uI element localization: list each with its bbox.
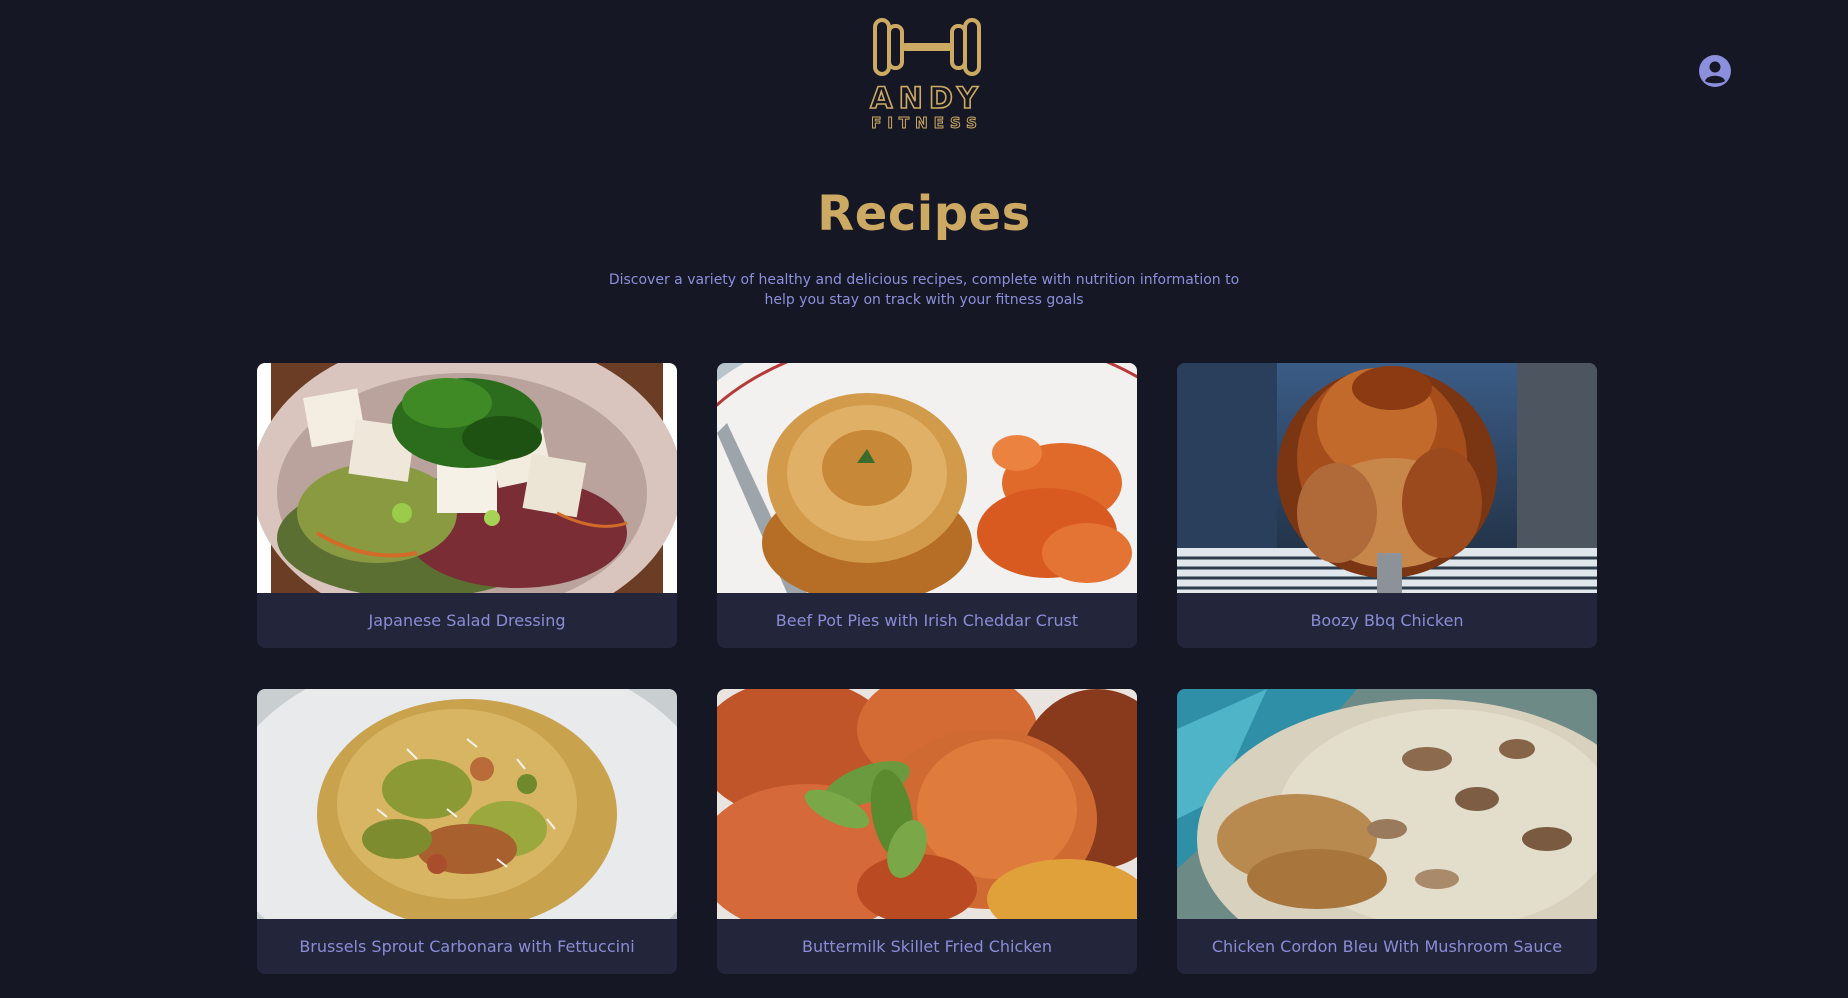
recipe-card[interactable]: Buttermilk Skillet Fried Chicken [717,689,1137,974]
svg-text:ANDY: ANDY [870,81,984,115]
recipe-card[interactable]: Brussels Sprout Carbonara with Fettuccin… [257,689,677,974]
user-circle-icon [1699,55,1731,87]
pot-pie-photo[interactable] [717,363,1137,593]
pasta-photo[interactable] [257,689,677,919]
page-subtitle: Discover a variety of healthy and delici… [608,272,1240,308]
recipe-card[interactable]: Boozy Bbq Chicken [1177,363,1597,648]
andy-fitness-logo[interactable]: ANDY FITNESS [858,12,996,132]
page-title: Recipes [817,186,1031,242]
recipe-title[interactable]: Brussels Sprout Carbonara with Fettuccin… [257,919,677,974]
roast-chicken-photo[interactable] [1177,363,1597,593]
user-profile-icon[interactable] [1698,54,1732,88]
recipe-card[interactable]: Japanese Salad Dressing [257,363,677,648]
recipe-title[interactable]: Beef Pot Pies with Irish Cheddar Crust [717,593,1137,648]
fried-chicken-photo[interactable] [717,689,1137,919]
recipe-title[interactable]: Buttermilk Skillet Fried Chicken [717,919,1137,974]
recipe-card[interactable]: Beef Pot Pies with Irish Cheddar Crust [717,363,1137,648]
svg-text:FITNESS: FITNESS [871,114,983,132]
dumbbell-logo-icon: ANDY FITNESS [869,18,984,132]
recipe-title[interactable]: Chicken Cordon Bleu With Mushroom Sauce [1177,919,1597,974]
recipe-title[interactable]: Japanese Salad Dressing [257,593,677,648]
recipe-card[interactable]: Chicken Cordon Bleu With Mushroom Sauce [1177,689,1597,974]
site-header: ANDY FITNESS [0,0,1848,140]
salad-photo[interactable] [257,363,677,593]
cordon-bleu-photo[interactable] [1177,689,1597,919]
recipe-title[interactable]: Boozy Bbq Chicken [1177,593,1597,648]
